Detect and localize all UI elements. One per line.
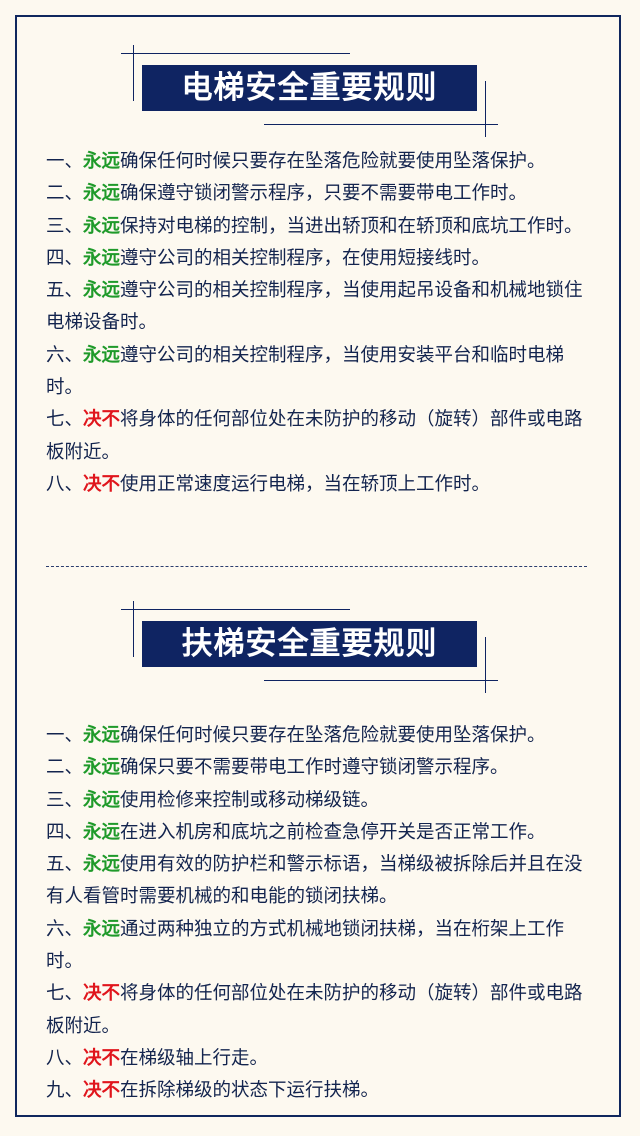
escalator-section-title: 扶梯安全重要规则	[142, 621, 477, 667]
section-divider	[46, 566, 587, 567]
title-deco-line	[264, 124, 498, 125]
keyword-always: 永远	[83, 183, 121, 205]
keyword-never: 决不	[83, 409, 121, 431]
keyword-always: 永远	[83, 344, 121, 366]
rule-item: 六、永远遵守公司的相关控制程序，当使用安装平台和临时电梯时。	[46, 344, 565, 399]
rule-item: 三、永远使用检修来控制或移动梯级链。	[46, 789, 380, 811]
elevator-title-block: 电梯安全重要规则	[0, 45, 640, 145]
title-deco-line	[485, 81, 486, 137]
rule-item: 九、决不在拆除梯级的状态下运行扶梯。	[46, 1080, 380, 1102]
rule-item: 八、决不在梯级轴上行走。	[46, 1047, 269, 1069]
rule-item: 三、永远保持对电梯的控制，当进出轿顶和在轿顶和底坑工作时。	[46, 215, 583, 237]
rule-item: 八、决不使用正常速度运行电梯，当在轿顶上工作时。	[46, 473, 491, 495]
rule-item: 五、永远遵守公司的相关控制程序，当使用起吊设备和机械地锁住电梯设备时。	[46, 280, 583, 334]
rule-item: 二、永远确保只要不需要带电工作时遵守锁闭警示程序。	[46, 757, 509, 779]
keyword-always: 永远	[83, 215, 121, 237]
title-deco-line	[264, 680, 498, 681]
elevator-section-title: 电梯安全重要规则	[142, 65, 477, 111]
title-deco-line	[121, 53, 350, 54]
keyword-never: 决不	[83, 1047, 121, 1069]
rule-item: 七、决不将身体的任何部位处在未防护的移动（旋转）部件或电路板附近。	[46, 983, 583, 1037]
rule-item: 一、永远确保任何时候只要存在坠落危险就要使用坠落保护。	[46, 725, 546, 746]
rule-item: 一、永远确保任何时候只要存在坠落危险就要使用坠落保护。	[46, 151, 546, 172]
escalator-title-block: 扶梯安全重要规则	[0, 601, 640, 701]
keyword-always: 永远	[83, 725, 121, 746]
keyword-never: 决不	[83, 473, 121, 495]
elevator-rules-list: 一、永远确保任何时候只要存在坠落危险就要使用坠落保护。 二、永远确保遵守锁闭警示…	[46, 146, 596, 501]
title-deco-line	[121, 609, 350, 610]
keyword-always: 永远	[83, 247, 121, 269]
keyword-always: 永远	[83, 854, 121, 876]
keyword-always: 永远	[83, 789, 121, 811]
rule-item: 四、永远在进入机房和底坑之前检查急停开关是否正常工作。	[46, 821, 546, 843]
title-deco-line	[133, 45, 134, 101]
title-deco-line	[133, 601, 134, 657]
keyword-always: 永远	[83, 757, 121, 779]
rule-item: 六、永远通过两种独立的方式机械地锁闭扶梯，当在桁架上工作时。	[46, 918, 565, 973]
rule-item: 五、永远使用有效的防护栏和警示标语，当梯级被拆除后并且在没有人看管时需要机械的和…	[46, 854, 583, 908]
keyword-always: 永远	[83, 151, 121, 172]
keyword-always: 永远	[83, 918, 121, 940]
keyword-never: 决不	[83, 983, 121, 1005]
rule-item: 七、决不将身体的任何部位处在未防护的移动（旋转）部件或电路板附近。	[46, 409, 583, 463]
keyword-always: 永远	[83, 280, 121, 302]
title-deco-line	[485, 637, 486, 693]
rule-item: 二、永远确保遵守锁闭警示程序，只要不需要带电工作时。	[46, 183, 528, 205]
keyword-never: 决不	[83, 1080, 121, 1102]
keyword-always: 永远	[83, 821, 121, 843]
rule-item: 四、永远遵守公司的相关控制程序，在使用短接线时。	[46, 247, 491, 269]
escalator-rules-list: 一、永远确保任何时候只要存在坠落危险就要使用坠落保护。 二、永远确保只要不需要带…	[46, 720, 596, 1108]
